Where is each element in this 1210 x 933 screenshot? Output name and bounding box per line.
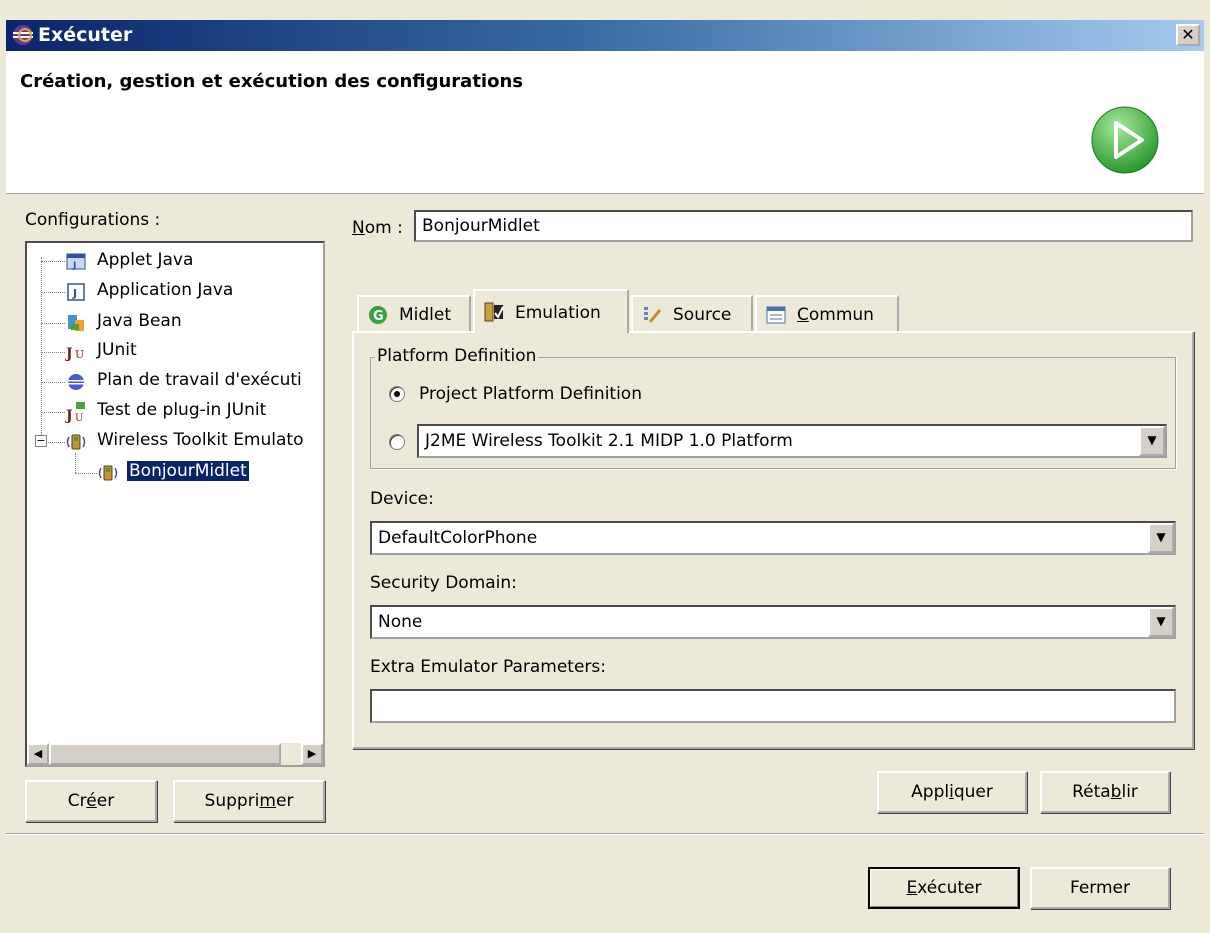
svg-text:U: U (75, 348, 84, 361)
apply-label-pre: Appl (911, 782, 950, 802)
window-title: Exécuter (38, 24, 133, 46)
close-button[interactable]: ✕ (1176, 24, 1200, 46)
create-label-pre: Cr (67, 791, 87, 811)
create-button[interactable]: Créer (25, 780, 157, 822)
horizontal-scrollbar[interactable]: ◀ ▶ (27, 743, 323, 765)
common-tab-icon (766, 306, 786, 324)
tab-common[interactable]: Commun (755, 295, 899, 331)
workbench-icon (68, 374, 84, 390)
delete-button[interactable]: Supprimer (173, 780, 325, 822)
project-platform-label: Project Platform Definition (419, 384, 642, 404)
tree-item-label: Applet Java (97, 250, 194, 270)
delete-label-pre: Suppri (204, 791, 260, 811)
run-label-post: xécuter (917, 878, 982, 898)
revert-button[interactable]: Rétablir (1040, 771, 1170, 813)
chevron-down-icon[interactable]: ▼ (1148, 523, 1174, 553)
tab-label: Emulation (515, 303, 601, 323)
footer-separator (6, 833, 1204, 835)
close-dialog-button[interactable]: Fermer (1030, 867, 1170, 909)
tab-midlet[interactable]: G Midlet (357, 295, 471, 331)
configurations-label: Configurations : (25, 210, 161, 230)
device-label: Device: (370, 489, 434, 509)
chevron-down-icon[interactable]: ▼ (1139, 426, 1165, 456)
device-select[interactable]: DefaultColorPhone ▼ (370, 521, 1176, 555)
tree-item-label: Plan de travail d'exécuti (97, 370, 302, 390)
revert-label-key: b (1110, 782, 1122, 802)
tab-source[interactable]: Source (631, 295, 753, 331)
java-bean-icon (68, 315, 84, 331)
security-domain-value: None (378, 612, 423, 632)
create-label-key: é (86, 791, 97, 811)
midlet-tab-icon: G (369, 306, 387, 324)
platform-definition-legend: Platform Definition (375, 346, 539, 366)
tree-item-label: Wireless Toolkit Emulato (97, 430, 304, 450)
extra-params-label: Extra Emulator Parameters: (370, 657, 606, 677)
tab-label-post: ommun (808, 305, 874, 325)
tree-item-label: JUnit (97, 340, 137, 360)
tab-emulation[interactable]: Emulation (473, 289, 629, 333)
svg-text:J: J (72, 261, 76, 271)
wireless-toolkit-icon (66, 434, 86, 450)
eclipse-icon (13, 25, 33, 45)
tab-label-key: C (797, 305, 809, 325)
revert-label-pre: Réta (1072, 782, 1111, 802)
chevron-down-icon[interactable]: ▼ (1148, 607, 1174, 637)
create-label-post: er (96, 791, 115, 811)
midlet-icon (98, 465, 118, 481)
svg-text:U: U (75, 413, 83, 423)
scroll-thumb[interactable] (49, 743, 281, 765)
banner-title: Création, gestion et exécution des confi… (20, 71, 523, 92)
platform-select-value: J2ME Wireless Toolkit 2.1 MIDP 1.0 Platf… (425, 431, 793, 451)
emulation-tab-icon (484, 302, 504, 322)
junit-icon: J U (65, 346, 84, 362)
delete-label-post: er (275, 791, 294, 811)
emulation-panel: Platform Definition Project Platform Def… (352, 331, 1194, 749)
title-bar[interactable]: Exécuter ✕ (6, 20, 1204, 51)
run-configurations-dialog: Exécuter ✕ Création, gestion et exécutio… (0, 0, 1210, 933)
security-domain-select[interactable]: None ▼ (370, 605, 1176, 639)
revert-label-post: lir (1121, 782, 1138, 802)
run-button[interactable]: Exécuter (868, 867, 1020, 909)
project-platform-radio[interactable] (389, 386, 405, 402)
name-input[interactable]: BonjourMidlet (414, 210, 1193, 242)
header-banner: Création, gestion et exécution des confi… (6, 51, 1204, 194)
plugin-junit-icon: J U (65, 402, 85, 423)
apply-label-post: quer (953, 782, 993, 802)
svg-text:J: J (72, 287, 77, 300)
security-domain-label: Security Domain: (370, 573, 517, 593)
scroll-left-button[interactable]: ◀ (27, 743, 49, 765)
device-select-value: DefaultColorPhone (378, 528, 538, 548)
toolkit-platform-radio[interactable] (389, 434, 405, 450)
tree-item-label: Java Bean (97, 311, 182, 331)
svg-text:G: G (373, 309, 384, 324)
name-label-post: om : (364, 218, 403, 238)
tree-item-label: BonjourMidlet (126, 460, 250, 482)
extra-params-input[interactable] (370, 689, 1176, 723)
applet-icon: J (66, 253, 86, 271)
java-app-icon: J (67, 283, 85, 301)
source-tab-icon (644, 307, 662, 323)
scroll-right-button[interactable]: ▶ (301, 743, 323, 765)
run-label-key: E (906, 878, 918, 898)
platform-select[interactable]: J2ME Wireless Toolkit 2.1 MIDP 1.0 Platf… (417, 424, 1167, 458)
name-label: Nom : (352, 218, 403, 238)
tree-item-label: Application Java (97, 280, 234, 300)
svg-text:J: J (65, 408, 73, 423)
apply-button[interactable]: Appliquer (877, 771, 1027, 813)
platform-definition-group: Platform Definition Project Platform Def… (370, 346, 1176, 469)
tab-label: Midlet (399, 305, 452, 325)
delete-label-key: m (259, 791, 276, 811)
configurations-tree[interactable]: J Applet Java J Application Java Java Be… (25, 241, 325, 767)
collapse-toggle[interactable]: − (35, 435, 47, 447)
tab-label: Commun (797, 305, 874, 325)
tree-item-label: Test de plug-in JUnit (97, 400, 267, 420)
name-label-key: N (352, 218, 365, 238)
tab-label: Source (673, 305, 732, 325)
run-icon (1091, 106, 1159, 174)
svg-text:J: J (65, 346, 73, 362)
